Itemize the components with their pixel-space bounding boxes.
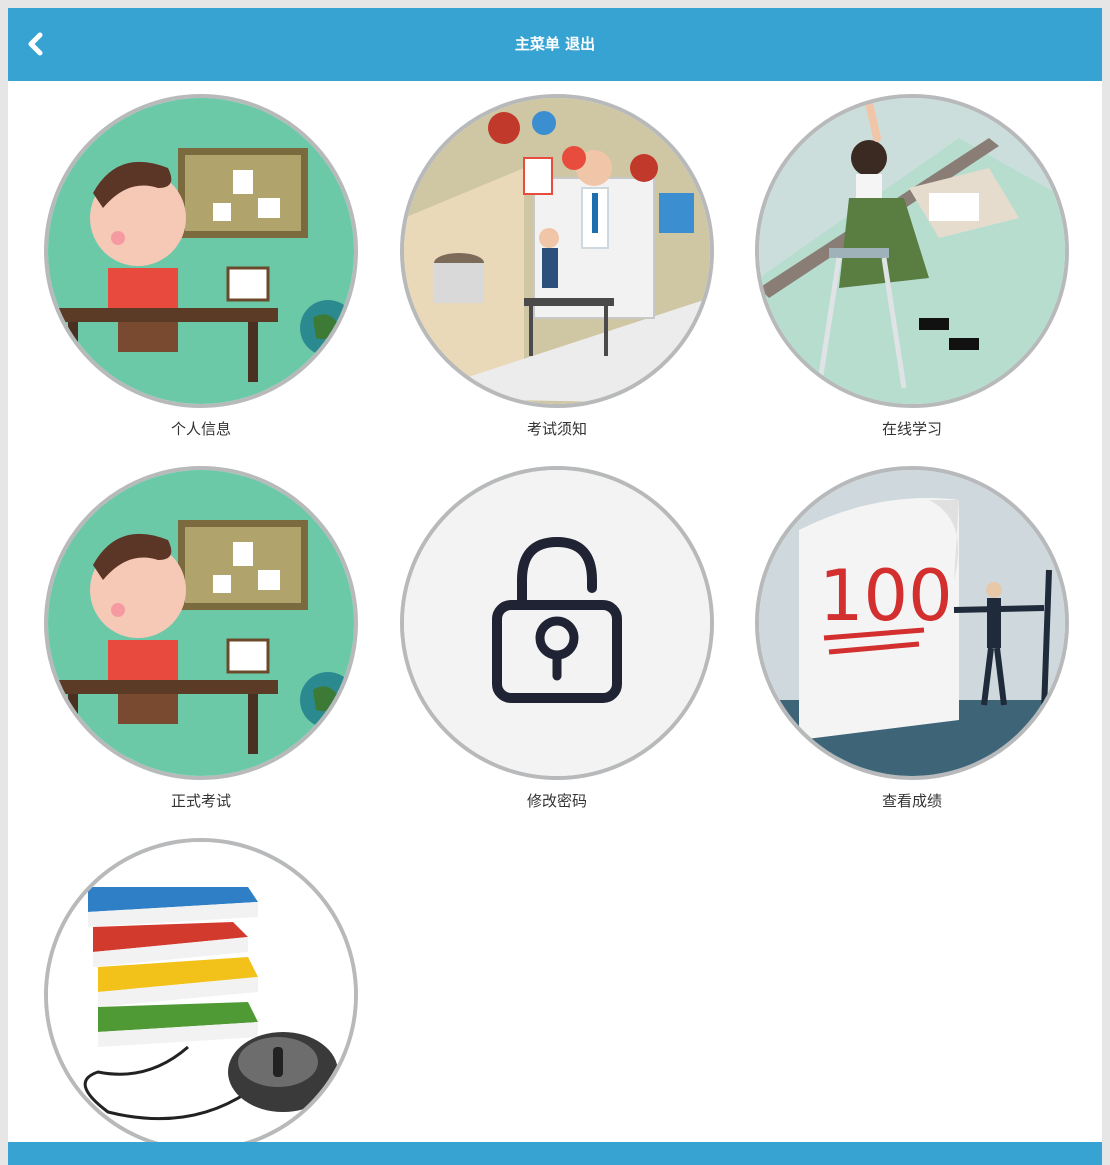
student-writing-icon [759, 98, 1065, 404]
tile-illustration: 100 [755, 466, 1069, 780]
tile-illustration [755, 94, 1069, 408]
chevron-left-icon [28, 32, 43, 56]
back-button[interactable] [22, 30, 50, 58]
menu-tile-resources[interactable] [41, 838, 361, 1162]
main-menu-link[interactable]: 主菜单 [515, 35, 560, 53]
svg-text:100: 100 [819, 555, 953, 637]
tile-label: 修改密码 [526, 792, 587, 810]
tile-illustration [400, 94, 714, 408]
tile-illustration [400, 466, 714, 780]
logout-link[interactable]: 退出 [565, 35, 595, 53]
tile-illustration [44, 94, 358, 408]
boy-at-desk-icon [48, 98, 354, 404]
online-teacher-icon [404, 98, 710, 404]
bottom-bar [8, 1142, 1102, 1165]
menu-tile-personal-info[interactable]: 个人信息 [41, 94, 361, 439]
tile-label: 考试须知 [526, 420, 587, 438]
books-and-mouse-icon [48, 842, 354, 1148]
tile-label: 正式考试 [170, 792, 231, 810]
tile-label: 查看成绩 [881, 792, 942, 810]
menu-tile-view-scores[interactable]: 100 查看成绩 [752, 466, 1072, 811]
menu-tile-formal-exam[interactable]: 正式考试 [41, 466, 361, 811]
page-title: 主菜单 退出 [8, 8, 1102, 81]
tile-label: 个人信息 [170, 420, 231, 438]
padlock-icon [404, 470, 710, 776]
top-bar: 主菜单 退出 [8, 8, 1102, 81]
menu-tile-exam-notice[interactable]: 考试须知 [397, 94, 717, 439]
score-100-icon: 100 [759, 470, 1065, 776]
app-frame: 主菜单 退出 个人信息 考试须知 在线学习 正式考试 修改密码 100 查看成绩 [8, 8, 1102, 1165]
boy-at-desk-icon [48, 470, 354, 776]
tile-illustration [44, 838, 358, 1152]
menu-tile-online-study[interactable]: 在线学习 [752, 94, 1072, 439]
tile-illustration [44, 466, 358, 780]
tile-label: 在线学习 [881, 420, 942, 438]
menu-tile-change-password[interactable]: 修改密码 [397, 466, 717, 811]
